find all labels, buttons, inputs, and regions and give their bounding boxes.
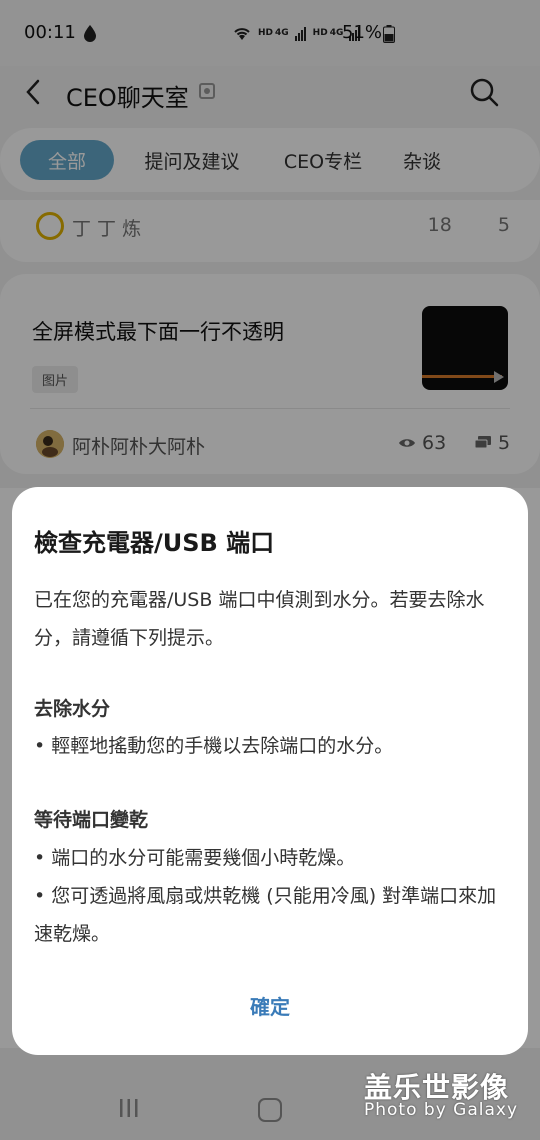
recent-apps-icon[interactable]: [118, 1098, 140, 1118]
section-wait-dry-tip-1: • 端口的水分可能需要幾個小時乾燥。: [34, 847, 356, 869]
dialog-title: 檢查充電器/USB 端口: [34, 529, 275, 557]
moisture-detected-dialog: 檢查充電器/USB 端口 已在您的充電器/USB 端口中偵測到水分。若要去除水分…: [12, 487, 528, 1055]
dialog-message: 已在您的充電器/USB 端口中偵測到水分。若要去除水分，請遵循下列提示。: [34, 589, 485, 649]
section-remove-moisture-title: 去除水分: [34, 698, 111, 720]
watermark-subtitle: Photo by Galaxy: [364, 1100, 519, 1120]
section-remove-moisture-tip: • 輕輕地搖動您的手機以去除端口的水分。: [34, 735, 394, 757]
section-wait-dry-tip-2: • 您可透過將風扇或烘乾機 (只能用冷風) 對準端口來加速乾燥。: [34, 885, 497, 945]
confirm-button[interactable]: 確定: [220, 987, 320, 1027]
section-wait-dry-title: 等待端口變乾: [34, 809, 149, 831]
home-button-icon[interactable]: [258, 1098, 282, 1122]
